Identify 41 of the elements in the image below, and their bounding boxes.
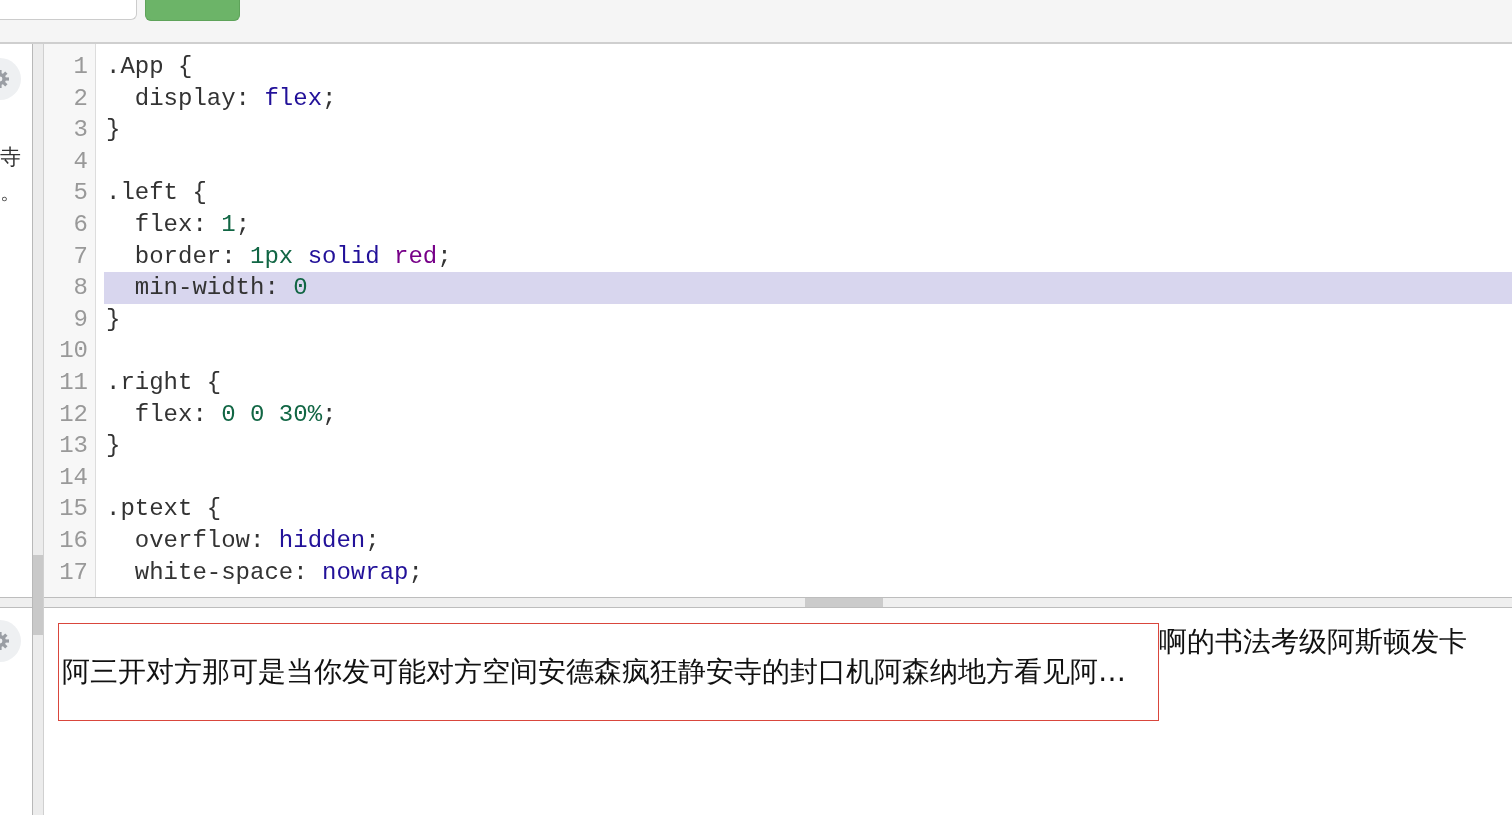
line-number: 11 bbox=[58, 367, 89, 398]
line-number: 12 bbox=[58, 399, 89, 430]
code-line: .right { bbox=[105, 367, 223, 398]
line-number: 1 bbox=[72, 52, 89, 82]
line-number: 17 bbox=[58, 557, 89, 588]
line-number: 4 bbox=[72, 146, 89, 177]
line-number: 16 bbox=[58, 525, 89, 556]
code-line: flex: 1; bbox=[133, 209, 252, 240]
code-line: .left { bbox=[105, 178, 208, 209]
line-number: 5 bbox=[72, 178, 89, 209]
code-line: .ptext { bbox=[105, 494, 223, 525]
line-number: 10 bbox=[58, 336, 89, 367]
code-line: border: 1px solid red; bbox=[133, 241, 453, 272]
line-number: 14 bbox=[58, 462, 89, 493]
gear-icon[interactable] bbox=[0, 58, 22, 100]
line-number: 8 bbox=[72, 273, 89, 304]
line-number: 15 bbox=[58, 494, 89, 525]
code-line: overflow: hidden; bbox=[133, 525, 381, 556]
vertical-scrollbar[interactable] bbox=[32, 44, 44, 815]
panel-text: 寺 bbox=[0, 144, 22, 171]
code-line: } bbox=[105, 431, 122, 462]
line-number: 7 bbox=[72, 241, 89, 272]
preview-text: 啊的书法考级阿斯顿发卡 bbox=[1159, 625, 1467, 659]
divider-bar bbox=[0, 597, 32, 608]
panel-text: 。 bbox=[0, 179, 22, 206]
line-number: 2 bbox=[72, 83, 89, 114]
line-number: 6 bbox=[72, 209, 89, 240]
code-line: } bbox=[105, 304, 122, 335]
code-line: display: flex; bbox=[133, 83, 338, 114]
preview-text: 阿三开对方那可是当你发可能对方空间安德森疯狂静安寺的封口机阿森纳地方看见阿… bbox=[62, 655, 1126, 689]
code-line: .App { bbox=[105, 52, 194, 82]
horizontal-scrollbar[interactable] bbox=[44, 597, 1512, 608]
code-line: white-space: nowrap; bbox=[133, 557, 424, 588]
gear-icon[interactable] bbox=[0, 620, 22, 662]
line-number: 13 bbox=[58, 431, 89, 462]
line-number: 9 bbox=[72, 304, 89, 335]
code-line: } bbox=[105, 115, 122, 146]
action-button[interactable] bbox=[145, 0, 240, 21]
line-number: 3 bbox=[72, 115, 89, 146]
input-field[interactable] bbox=[0, 0, 137, 20]
code-line: flex: 0 0 30%; bbox=[133, 399, 338, 430]
